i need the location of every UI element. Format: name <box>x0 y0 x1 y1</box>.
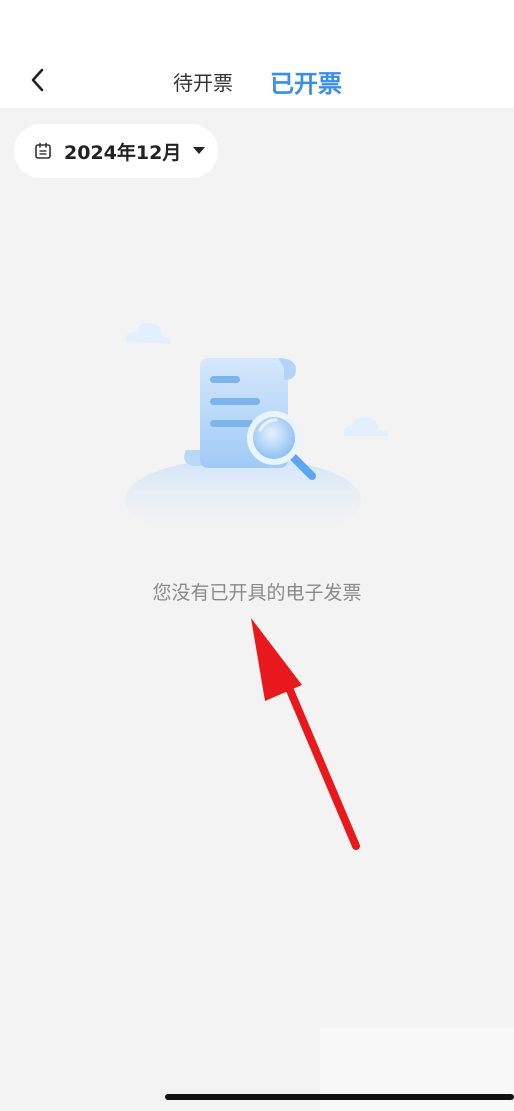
tab-issued-label: 已开票 <box>270 69 342 98</box>
home-indicator <box>165 1094 514 1100</box>
back-button[interactable] <box>20 62 56 98</box>
tab-pending-invoice[interactable]: 待开票 <box>173 64 233 98</box>
caret-down-icon <box>193 147 206 155</box>
chevron-left-icon <box>31 68 44 92</box>
tab-issued-invoice[interactable]: 已开票 <box>270 64 342 98</box>
month-label: 2024年12月 <box>64 141 182 164</box>
red-arrow-annotation <box>251 618 360 850</box>
empty-illustration <box>118 312 398 542</box>
tab-pending-label: 待开票 <box>173 70 233 95</box>
empty-state-message: 您没有已开具的电子发票 <box>152 582 362 604</box>
cloud-icon <box>343 417 389 436</box>
top-bar: 待开票 已开票 <box>0 0 514 108</box>
cloud-icon <box>125 323 171 344</box>
calendar-icon <box>34 142 52 160</box>
month-picker[interactable]: 2024年12月 <box>14 124 218 178</box>
